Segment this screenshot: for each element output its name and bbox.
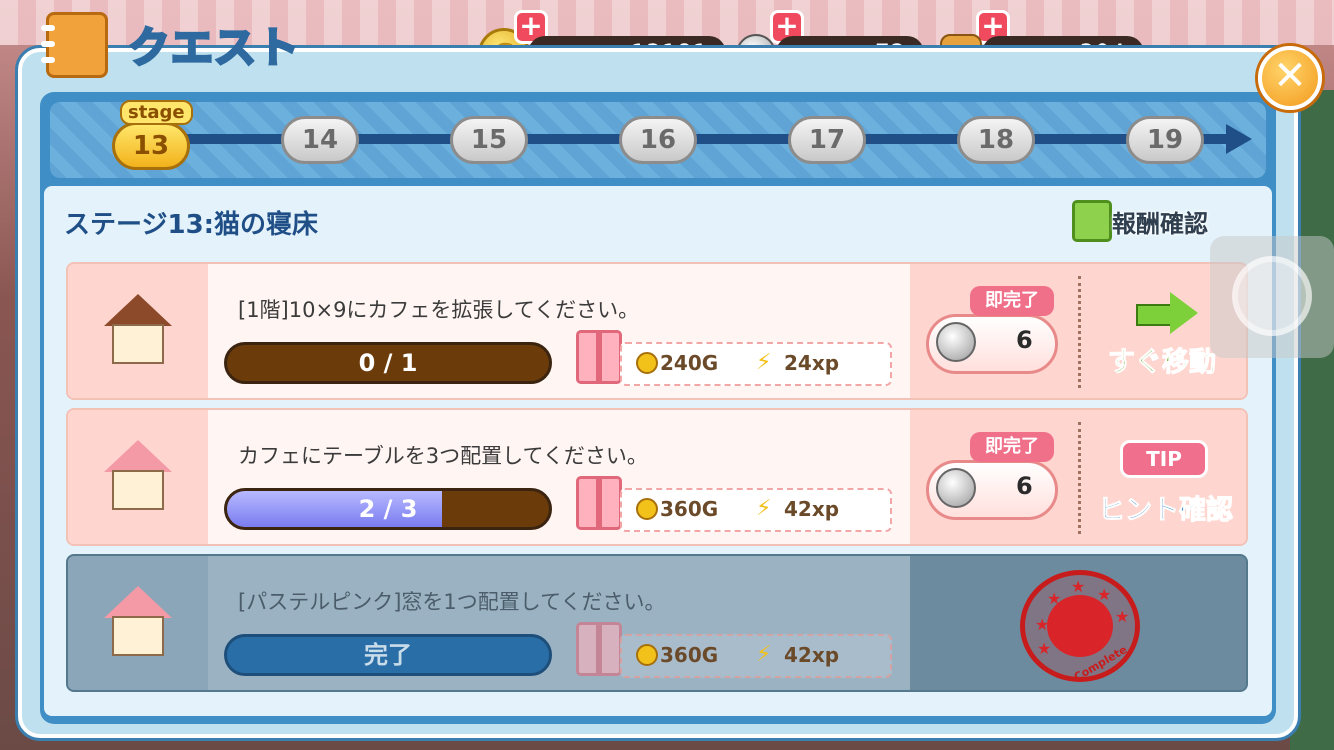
gift-icon	[576, 476, 622, 530]
quest-progress-bar: 完了	[224, 634, 552, 676]
instant-cost: 6	[1016, 472, 1033, 500]
stage-node-current[interactable]: 13	[112, 122, 190, 170]
tip-badge[interactable]: TIP	[1120, 440, 1208, 478]
reward-gold: 360G	[660, 643, 719, 667]
quest-title: [1階]10×9にカフェを拡張してください。	[238, 298, 640, 322]
gift-icon	[576, 330, 622, 384]
quest-title: カフェにテーブルを3つ配置してください。	[238, 444, 648, 468]
bell-icon	[936, 468, 976, 508]
stage-node-19[interactable]: 19	[1126, 116, 1204, 164]
track-arrow-icon	[1226, 124, 1252, 154]
stage-node-16[interactable]: 16	[619, 116, 697, 164]
reward-gold: 240G	[660, 351, 719, 375]
hint-button[interactable]: ヒント確認	[1098, 488, 1234, 527]
pink-house-icon	[104, 586, 172, 656]
arrow-right-icon	[1136, 292, 1198, 334]
close-icon: ✕	[1273, 53, 1307, 99]
quest-row: [パステルピンク]窓を1つ配置してください。 完了 360G ⚡ 42xp ★ …	[66, 554, 1248, 692]
instant-complete-tag: 即完了	[970, 432, 1054, 462]
go-now-button[interactable]: すぐ移動	[1108, 340, 1217, 379]
instant-cost: 6	[1016, 326, 1033, 354]
stage-node-15[interactable]: 15	[450, 116, 528, 164]
quest-row: [1階]10×9にカフェを拡張してください。 0 / 1 240G ⚡ 24xp…	[66, 262, 1248, 400]
progress-text: 完了	[364, 641, 412, 669]
close-button[interactable]: ✕	[1258, 46, 1322, 110]
gift-icon	[1072, 200, 1112, 242]
divider	[1078, 276, 1081, 388]
stage-node-17[interactable]: 17	[788, 116, 866, 164]
bell-icon	[936, 322, 976, 362]
assistive-touch-knob[interactable]	[1232, 256, 1312, 336]
quest-progress-bar: 2 / 3	[224, 488, 552, 530]
divider	[1078, 422, 1081, 534]
quest-progress-bar: 0 / 1	[224, 342, 552, 384]
stage-title: ステージ13:猫の寝床	[64, 210, 319, 240]
progress-text: 0 / 1	[358, 349, 418, 377]
gift-icon	[576, 622, 622, 676]
stage-node-18[interactable]: 18	[957, 116, 1035, 164]
gold-icon	[636, 644, 658, 666]
xp-icon: ⚡	[756, 350, 772, 375]
progress-text: 2 / 3	[358, 495, 418, 523]
instant-complete-tag: 即完了	[970, 286, 1054, 316]
gold-icon	[636, 498, 658, 520]
xp-icon: ⚡	[756, 642, 772, 667]
quest-title: [パステルピンク]窓を1つ配置してください。	[238, 590, 666, 614]
gold-icon	[636, 352, 658, 374]
reward-xp: 42xp	[784, 643, 840, 667]
reward-gold: 360G	[660, 497, 719, 521]
reward-xp: 42xp	[784, 497, 840, 521]
cafe-house-icon	[104, 294, 172, 364]
panel-title: クエスト	[126, 22, 301, 74]
reward-xp: 24xp	[784, 351, 840, 375]
stage-node-14[interactable]: 14	[281, 116, 359, 164]
xp-icon: ⚡	[756, 496, 772, 521]
quest-row: カフェにテーブルを3つ配置してください。 2 / 3 360G ⚡ 42xp 6…	[66, 408, 1248, 546]
pink-house-icon	[104, 440, 172, 510]
stage-label: stage	[120, 100, 193, 125]
reward-check-label: 報酬確認	[1112, 210, 1208, 238]
complete-stamp: ★ ★ ★ ★ ★ ★ Complete	[1020, 570, 1140, 684]
notebook-icon	[41, 12, 108, 78]
